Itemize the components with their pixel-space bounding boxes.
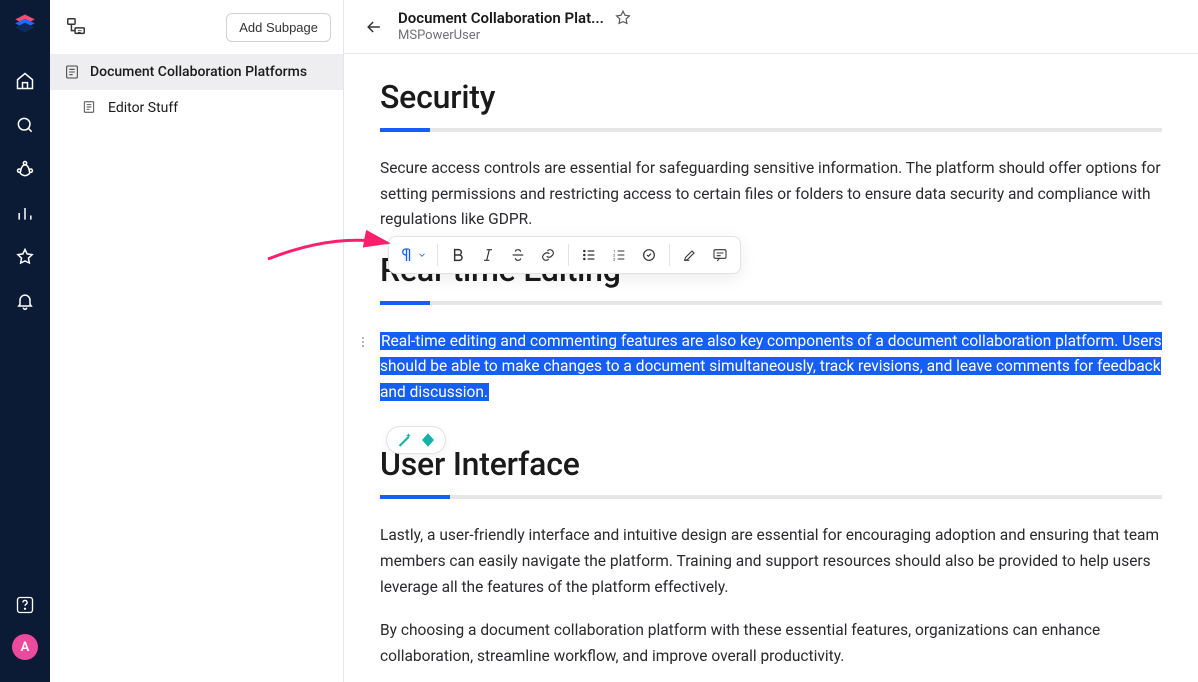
highlight-button[interactable] bbox=[676, 241, 704, 269]
favorite-star-icon[interactable] bbox=[614, 9, 632, 27]
ordered-list-button[interactable]: 123 bbox=[605, 241, 633, 269]
search-icon[interactable] bbox=[14, 114, 36, 136]
workspace-name: MSPowerUser bbox=[398, 28, 632, 44]
main: Document Collaboration Plat... MSPowerUs… bbox=[344, 0, 1198, 682]
main-header: Document Collaboration Plat... MSPowerUs… bbox=[344, 0, 1198, 54]
toolbar-separator bbox=[669, 244, 670, 266]
document-body[interactable]: Security Secure access controls are esse… bbox=[344, 54, 1198, 682]
user-avatar[interactable]: A bbox=[12, 634, 38, 660]
strikethrough-button[interactable] bbox=[504, 241, 532, 269]
back-icon[interactable] bbox=[364, 17, 384, 37]
comment-button[interactable] bbox=[706, 241, 734, 269]
heading-user-interface[interactable]: User Interface bbox=[380, 445, 1162, 483]
app-logo-icon[interactable] bbox=[12, 12, 38, 38]
block-drag-handle-icon[interactable] bbox=[354, 333, 372, 351]
paragraph[interactable]: Lastly, a user-friendly interface and in… bbox=[380, 523, 1162, 600]
sidebar-item-label: Editor Stuff bbox=[108, 100, 178, 116]
header-titles: Document Collaboration Plat... MSPowerUs… bbox=[398, 9, 632, 44]
heading-underline bbox=[380, 128, 1162, 132]
text-format-toolbar: 123 bbox=[388, 236, 741, 274]
svg-text:3: 3 bbox=[613, 256, 615, 261]
home-icon[interactable] bbox=[14, 70, 36, 92]
notifications-icon[interactable] bbox=[14, 290, 36, 312]
app-rail: A bbox=[0, 0, 50, 682]
heading-underline bbox=[380, 301, 1162, 305]
add-subpage-button[interactable]: Add Subpage bbox=[226, 13, 331, 42]
people-icon[interactable] bbox=[14, 158, 36, 180]
ai-diamond-icon bbox=[419, 431, 437, 449]
sidebar-item-label: Document Collaboration Platforms bbox=[90, 64, 307, 80]
link-button[interactable] bbox=[534, 241, 562, 269]
page-title: Document Collaboration Plat... bbox=[398, 9, 604, 28]
heading-underline bbox=[380, 495, 1162, 499]
toolbar-separator bbox=[568, 244, 569, 266]
paragraph-selected[interactable]: Real-time editing and commenting feature… bbox=[380, 329, 1162, 406]
star-nav-icon[interactable] bbox=[14, 246, 36, 268]
sidebar-item-editor-stuff[interactable]: Editor Stuff bbox=[50, 90, 343, 126]
paragraph[interactable]: By choosing a document collaboration pla… bbox=[380, 618, 1162, 669]
analytics-icon[interactable] bbox=[14, 202, 36, 224]
heading-security[interactable]: Security bbox=[380, 78, 1162, 116]
sidebar-item-document-collaboration-platforms[interactable]: Document Collaboration Platforms bbox=[50, 54, 343, 90]
ai-suggestions-pill[interactable] bbox=[386, 426, 446, 454]
page-icon bbox=[64, 64, 80, 80]
paragraph[interactable]: Secure access controls are essential for… bbox=[380, 156, 1162, 233]
sidebar: Add Subpage Document Collaboration Platf… bbox=[50, 0, 344, 682]
toolbar-separator bbox=[437, 244, 438, 266]
ai-wand-icon bbox=[395, 431, 413, 449]
italic-button[interactable] bbox=[474, 241, 502, 269]
sidebar-toolbar: Add Subpage bbox=[50, 0, 343, 54]
page-icon bbox=[82, 100, 98, 116]
help-icon[interactable] bbox=[14, 594, 36, 616]
checklist-button[interactable] bbox=[635, 241, 663, 269]
page-tree-icon[interactable] bbox=[62, 13, 90, 41]
bold-button[interactable] bbox=[444, 241, 472, 269]
paragraph-style-button[interactable] bbox=[395, 241, 431, 269]
bullet-list-button[interactable] bbox=[575, 241, 603, 269]
